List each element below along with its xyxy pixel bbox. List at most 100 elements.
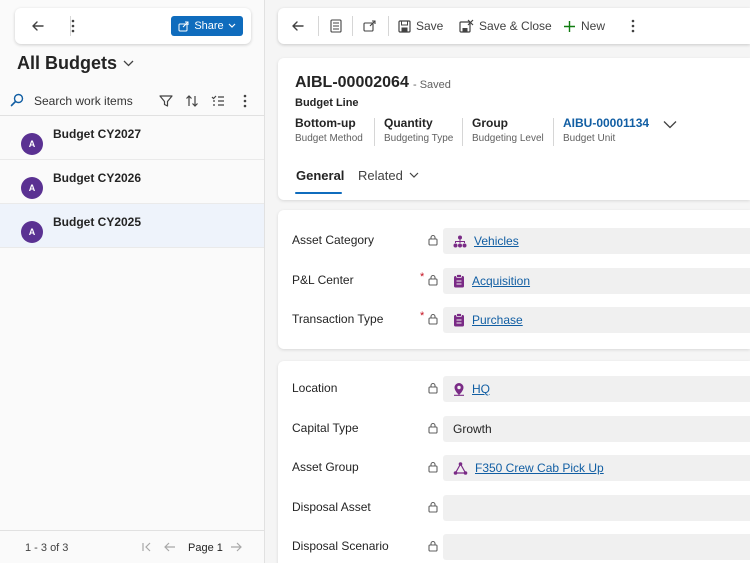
filter-icon[interactable] bbox=[157, 92, 175, 110]
header-field-label: Budgeting Level bbox=[472, 133, 544, 144]
lookup-field[interactable]: F350 Crew Cab Pick Up bbox=[443, 455, 750, 481]
field-disposal-scenario: Disposal Scenario bbox=[278, 533, 750, 561]
header-field-budgeting-level: Group Budgeting Level bbox=[472, 116, 544, 146]
clipboard-icon bbox=[454, 274, 464, 288]
toolbar-divider bbox=[318, 16, 319, 36]
save-status: - Saved bbox=[413, 79, 451, 91]
sort-icon[interactable] bbox=[183, 92, 201, 110]
field-asset-group: Asset Group F350 Crew Cab Pick Up bbox=[278, 454, 750, 482]
record-form-icon[interactable] bbox=[330, 14, 342, 38]
save-close-icon bbox=[459, 19, 474, 33]
save-close-label: Save & Close bbox=[479, 19, 552, 33]
first-page-icon[interactable] bbox=[140, 540, 154, 554]
lock-icon bbox=[428, 313, 438, 325]
field-label: Location bbox=[292, 381, 338, 395]
chevron-down-icon bbox=[123, 60, 134, 67]
back-arrow-icon[interactable] bbox=[291, 14, 305, 38]
more-vertical-icon[interactable] bbox=[236, 92, 254, 110]
lookup-value-link[interactable]: HQ bbox=[472, 382, 490, 396]
list-options-icon[interactable] bbox=[209, 92, 227, 110]
avatar: A bbox=[21, 177, 43, 199]
header-field-label: Budget Method bbox=[295, 133, 363, 144]
lookup-value-link[interactable]: Purchase bbox=[472, 313, 523, 327]
lookup-field[interactable]: Vehicles bbox=[443, 228, 750, 254]
lookup-value-link[interactable]: F350 Crew Cab Pick Up bbox=[475, 461, 604, 475]
more-vertical-icon[interactable] bbox=[60, 14, 86, 38]
lock-icon bbox=[428, 501, 438, 513]
header-divider bbox=[553, 118, 554, 146]
list-item[interactable]: A Budget CY2026 bbox=[0, 160, 264, 204]
more-vertical-icon[interactable] bbox=[631, 14, 635, 38]
view-selector[interactable]: All Budgets bbox=[17, 53, 134, 74]
lock-icon bbox=[428, 461, 438, 473]
view-title: All Budgets bbox=[17, 53, 118, 73]
search-bar: Search work items bbox=[0, 86, 264, 116]
field-value: Growth bbox=[453, 422, 492, 436]
list-item-label: Budget CY2025 bbox=[53, 215, 142, 229]
save-and-close-button[interactable]: Save & Close bbox=[459, 14, 552, 38]
record-count: 1 - 3 of 3 bbox=[25, 542, 69, 554]
list-item-label: Budget CY2027 bbox=[53, 127, 142, 141]
field-disposal-asset: Disposal Asset bbox=[278, 494, 750, 522]
share-button[interactable]: Share bbox=[171, 16, 243, 36]
tab-related[interactable]: Related bbox=[358, 168, 419, 183]
header-field-label: Budgeting Type bbox=[384, 133, 454, 144]
list-item-selected[interactable]: A Budget CY2025 bbox=[0, 204, 264, 248]
lock-icon bbox=[428, 422, 438, 434]
lookup-field[interactable]: Purchase bbox=[443, 307, 750, 333]
field-label: P&L Center bbox=[292, 273, 354, 287]
form-section-general: Asset Category Vehicles P&L Center * Acq… bbox=[278, 210, 750, 349]
location-pin-icon bbox=[454, 383, 464, 396]
lookup-value-link[interactable]: Acquisition bbox=[472, 274, 530, 288]
hierarchy-icon bbox=[453, 235, 467, 247]
budget-unit-link[interactable]: AIBU-00001134 bbox=[563, 116, 649, 130]
header-field-budget-method: Bottom-up Budget Method bbox=[295, 116, 363, 146]
search-input[interactable]: Search work items bbox=[34, 94, 133, 108]
required-indicator: * bbox=[420, 271, 425, 283]
header-divider bbox=[462, 118, 463, 146]
asset-group-icon bbox=[453, 461, 468, 475]
plus-icon bbox=[564, 20, 575, 32]
open-new-window-icon[interactable] bbox=[363, 14, 377, 38]
record-title: AIBL-00002064 bbox=[295, 74, 409, 91]
save-button[interactable]: Save bbox=[398, 14, 443, 38]
header-field-value: Bottom-up bbox=[295, 116, 356, 130]
command-bar: Save Save & Close New bbox=[278, 8, 750, 44]
page-number: Page 1 bbox=[188, 542, 223, 554]
field-label: Disposal Asset bbox=[292, 500, 371, 514]
new-button[interactable]: New bbox=[563, 14, 605, 38]
field-label: Capital Type bbox=[292, 421, 359, 435]
tab-general[interactable]: General bbox=[296, 168, 344, 183]
tab-label: Related bbox=[358, 168, 403, 183]
field-label: Asset Category bbox=[292, 233, 375, 247]
header-field-label: Budget Unit bbox=[563, 133, 616, 144]
lookup-field[interactable]: Acquisition bbox=[443, 268, 750, 294]
lookup-value-link[interactable]: Vehicles bbox=[474, 234, 519, 248]
form-section-details: Location HQ Capital Type Growth Asset Gr… bbox=[278, 361, 750, 563]
list-item-label: Budget CY2026 bbox=[53, 171, 142, 185]
expand-header-chevron-icon[interactable] bbox=[663, 118, 677, 132]
capital-type-select[interactable]: Growth bbox=[443, 416, 750, 442]
share-label: Share bbox=[194, 20, 224, 32]
search-icon bbox=[10, 93, 24, 107]
disposal-scenario-input[interactable] bbox=[443, 534, 750, 560]
chevron-down-icon bbox=[409, 172, 419, 178]
avatar: A bbox=[21, 221, 43, 243]
lock-icon bbox=[428, 540, 438, 552]
avatar: A bbox=[21, 133, 43, 155]
list-toolbar: Share bbox=[15, 8, 251, 44]
next-page-icon[interactable] bbox=[229, 540, 243, 554]
disposal-asset-input[interactable] bbox=[443, 495, 750, 521]
share-icon bbox=[178, 21, 189, 31]
back-arrow-icon[interactable] bbox=[25, 14, 51, 38]
active-tab-indicator bbox=[295, 192, 342, 194]
previous-page-icon[interactable] bbox=[163, 540, 177, 554]
clipboard-icon bbox=[454, 313, 464, 327]
field-transaction-type: Transaction Type * Purchase bbox=[278, 306, 750, 334]
toolbar-divider bbox=[388, 16, 389, 36]
tab-label: General bbox=[296, 168, 345, 183]
record-header: AIBL-00002064 - Saved Budget Line Bottom… bbox=[278, 58, 750, 200]
lookup-field[interactable]: HQ bbox=[443, 376, 750, 402]
list-item[interactable]: A Budget CY2027 bbox=[0, 116, 264, 160]
field-label: Asset Group bbox=[292, 460, 359, 474]
